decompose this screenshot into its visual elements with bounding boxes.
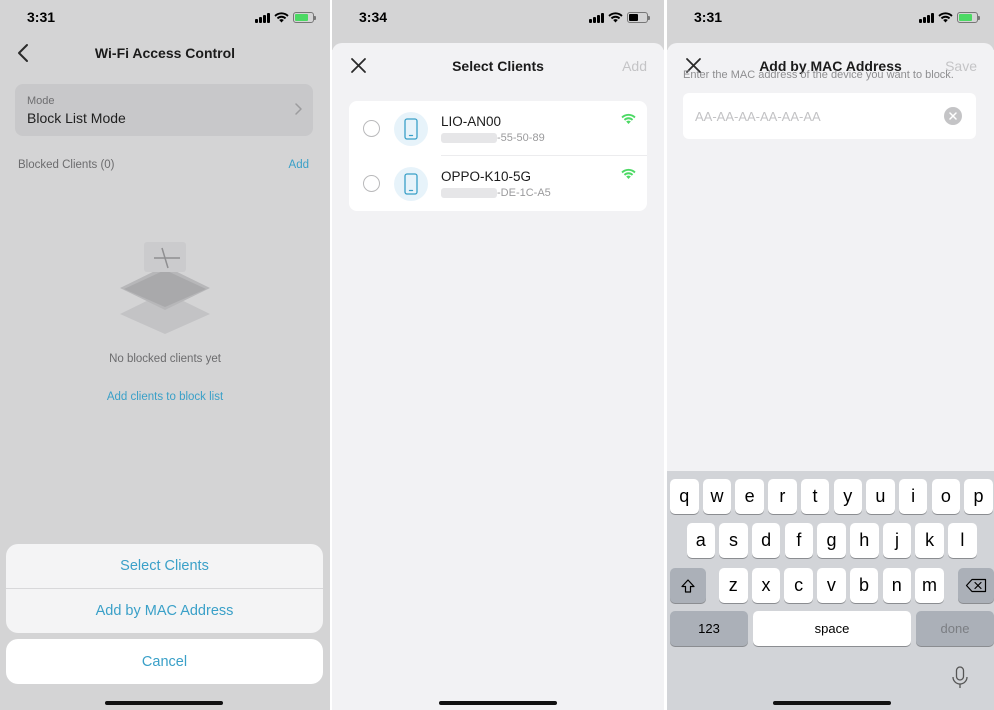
key-i[interactable]: i: [898, 479, 928, 514]
mode-selector[interactable]: Mode Block List Mode: [15, 84, 313, 136]
key-x[interactable]: x: [751, 568, 781, 603]
client-mac: -55-50-89: [441, 132, 545, 144]
client-name: LIO-AN00: [441, 114, 502, 129]
status-time: 3:31: [694, 9, 723, 25]
status-bar: 3:31: [0, 0, 330, 34]
home-indicator: [439, 701, 557, 705]
wifi-signal-icon: [938, 11, 953, 22]
client-mac-visible: -DE-1C-A5: [497, 187, 551, 199]
key-u[interactable]: u: [866, 479, 895, 514]
key-d[interactable]: d: [751, 523, 781, 558]
home-indicator: [105, 701, 223, 705]
redacted-mac: [441, 133, 497, 144]
client-row[interactable]: LIO-AN00 -55-50-89: [349, 101, 647, 156]
key-y[interactable]: y: [833, 479, 862, 514]
status-time: 3:34: [359, 9, 388, 25]
key-v[interactable]: v: [817, 568, 846, 603]
battery-charging-icon: [293, 11, 316, 23]
key-a[interactable]: a: [686, 523, 715, 558]
key-l[interactable]: l: [948, 523, 977, 558]
key-o[interactable]: o: [931, 479, 961, 514]
empty-state-text: No blocked clients yet: [109, 353, 221, 365]
battery-charging-icon: [957, 11, 980, 23]
key-g[interactable]: g: [817, 523, 846, 558]
key-j[interactable]: j: [882, 523, 912, 558]
chevron-right-icon: [295, 103, 302, 115]
done-key[interactable]: done: [916, 611, 994, 646]
cancel-sheet: Cancel: [6, 639, 323, 684]
shift-key[interactable]: [670, 568, 706, 603]
key-m[interactable]: m: [915, 568, 944, 603]
wifi-signal-icon: [274, 11, 289, 22]
action-sheet: Select Clients Add by MAC Address: [6, 544, 323, 633]
status-bar: 3:31: [667, 0, 994, 34]
key-p[interactable]: p: [964, 479, 993, 514]
screen-select-clients: 3:34 Select Clients Add LIO-AN00 -55-50-…: [332, 0, 664, 710]
select-clients-modal: Select Clients Add LIO-AN00 -55-50-89 OP…: [332, 43, 664, 710]
mode-value: Block List Mode: [27, 110, 126, 126]
battery-icon: [627, 11, 650, 23]
wifi-signal-icon: [608, 11, 623, 22]
cellular-signal-icon: [589, 12, 604, 23]
add-button[interactable]: Add: [622, 58, 647, 74]
numbers-key[interactable]: 123: [670, 611, 748, 646]
cellular-signal-icon: [255, 12, 270, 23]
key-f[interactable]: f: [784, 523, 814, 558]
blocked-clients-header: Blocked Clients (0): [18, 159, 115, 171]
key-b[interactable]: b: [849, 568, 879, 603]
page-title: Wi-Fi Access Control: [94, 45, 236, 61]
cancel-button[interactable]: Cancel: [6, 639, 323, 684]
mac-address-field[interactable]: [683, 93, 976, 139]
select-clients-option[interactable]: Select Clients: [6, 544, 323, 588]
key-k[interactable]: k: [915, 523, 944, 558]
wifi-strength-icon: [621, 168, 636, 179]
status-time: 3:31: [27, 9, 56, 25]
backspace-key[interactable]: [958, 568, 994, 603]
screen-wifi-access-control: 3:31 Wi-Fi Access Control Mode Block Lis…: [0, 0, 330, 710]
mac-address-input[interactable]: [695, 93, 925, 139]
keyboard: qwertyuiop asdfghjkl zxcvbnm 123 space d…: [667, 471, 994, 710]
client-name: OPPO-K10-5G: [441, 169, 532, 184]
client-list: LIO-AN00 -55-50-89 OPPO-K10-5G -DE-1C-A5: [349, 101, 647, 211]
empty-list-illustration-icon: [120, 242, 210, 334]
client-radio[interactable]: [363, 175, 380, 192]
status-icons: [919, 10, 980, 24]
status-bar: 3:34: [332, 0, 664, 34]
key-q[interactable]: q: [670, 479, 699, 514]
add-by-mac-option[interactable]: Add by MAC Address: [6, 589, 323, 633]
mode-label: Mode: [27, 95, 55, 107]
clear-icon[interactable]: [944, 107, 962, 125]
key-r[interactable]: r: [768, 479, 797, 514]
modal-title: Select Clients: [452, 58, 544, 74]
client-mac: -DE-1C-A5: [441, 187, 551, 199]
redacted-mac: [441, 188, 497, 199]
status-icons: [589, 10, 650, 24]
key-z[interactable]: z: [719, 568, 748, 603]
key-c[interactable]: c: [784, 568, 813, 603]
key-s[interactable]: s: [719, 523, 748, 558]
client-mac-visible: -55-50-89: [497, 132, 545, 144]
wifi-strength-icon: [621, 113, 636, 124]
key-e[interactable]: e: [735, 479, 764, 514]
microphone-icon[interactable]: [951, 666, 969, 690]
status-icons: [255, 10, 316, 24]
phone-icon: [394, 167, 428, 201]
key-t[interactable]: t: [800, 479, 830, 514]
home-indicator: [773, 701, 891, 705]
key-w[interactable]: w: [702, 479, 732, 514]
client-radio[interactable]: [363, 120, 380, 137]
cellular-signal-icon: [919, 12, 934, 23]
phone-icon: [394, 112, 428, 146]
client-row[interactable]: OPPO-K10-5G -DE-1C-A5: [349, 156, 647, 211]
space-key[interactable]: space: [753, 611, 911, 646]
key-n[interactable]: n: [882, 568, 911, 603]
mac-hint-text: Enter the MAC address of the device you …: [683, 69, 954, 81]
add-clients-link[interactable]: Add clients to block list: [0, 391, 330, 403]
add-button[interactable]: Add: [289, 159, 309, 171]
key-h[interactable]: h: [850, 523, 879, 558]
screen-add-by-mac: 3:31 Add by MAC Address Save Enter the M…: [667, 0, 994, 710]
